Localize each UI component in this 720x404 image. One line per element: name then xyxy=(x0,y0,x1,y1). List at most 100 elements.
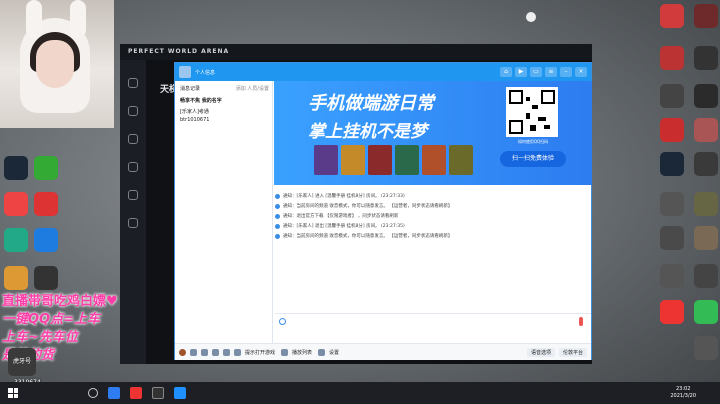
gear-icon[interactable] xyxy=(318,348,326,356)
top-tray xyxy=(494,8,554,26)
qq-chat-window: 个人信息 ⌂ ▶ ▭ ≡ – × 消息记录 添加 人员/设置 畅享不焦 我的名字… xyxy=(174,62,592,360)
member-row[interactable]: btr1010671 xyxy=(175,117,272,126)
desktop-icon-app-6[interactable] xyxy=(694,84,718,108)
webcam-ear-right xyxy=(70,0,86,38)
message-row: 通知：[乐家人] 退出 [温馨手册 挂机8分] 房间。 (23:27:35) xyxy=(275,221,591,231)
game-thumb xyxy=(422,145,446,175)
desktop-icon-app-7[interactable] xyxy=(660,118,684,142)
desktop-icon-left-3[interactable] xyxy=(4,192,28,216)
desktop-icon-app-2[interactable] xyxy=(694,4,718,28)
message-row: 通知：[乐家人] 进入 [温馨手册 挂机8分] 房间。 (23:27:33) xyxy=(275,191,591,201)
desktop-icon-app-18[interactable] xyxy=(694,300,718,324)
launcher-nav-store[interactable] xyxy=(128,190,138,200)
clock-date: 2021/3/20 xyxy=(670,393,696,399)
launcher-nav-team[interactable] xyxy=(128,134,138,144)
system-clock[interactable]: 23:02 2021/3/20 xyxy=(670,386,720,400)
avatar[interactable] xyxy=(179,66,191,78)
message-text: 通知：当前房间的频道 收音模式，你可以随意发言。 【运营者，同步状态请看刷新】 xyxy=(283,234,453,239)
desktop-icon-app-16[interactable] xyxy=(694,264,718,288)
video-icon[interactable] xyxy=(212,348,219,356)
message-row: 通知：退出官方下载 【仅限游戏者】 ，同步状态请看刷新 xyxy=(275,211,591,221)
webcam-face xyxy=(36,40,74,88)
qq-bottom-toolbar: 提示打开游戏 播放列表 设置 语音选项 伦敦平台 xyxy=(175,343,591,360)
info-icon xyxy=(275,213,280,219)
member-list-settings[interactable]: 添加 人员/设置 xyxy=(236,85,269,94)
video-icon[interactable]: ▶ xyxy=(515,67,527,77)
game-thumb xyxy=(314,145,338,175)
notification-icon[interactable] xyxy=(526,12,536,22)
launcher-brand: PERFECT WORLD ARENA xyxy=(120,44,592,60)
share-icon[interactable] xyxy=(223,348,230,356)
screen-icon[interactable]: ▭ xyxy=(530,67,542,77)
desktop-icon-left-2[interactable] xyxy=(34,156,58,180)
qr-code xyxy=(506,87,558,137)
toolbar-item-c[interactable]: 设置 xyxy=(329,349,339,356)
desktop-icon-left-4[interactable] xyxy=(34,192,58,216)
emoji-icon[interactable] xyxy=(279,318,286,325)
launcher-nav-rank[interactable] xyxy=(128,162,138,172)
game-thumb xyxy=(449,145,473,175)
speaker-icon[interactable] xyxy=(201,348,208,356)
avatar[interactable] xyxy=(179,348,186,356)
desktop-icon-app-9[interactable] xyxy=(660,152,684,176)
platform-button[interactable]: 伦敦平台 xyxy=(558,347,587,357)
taskbar-app-2[interactable] xyxy=(130,387,142,399)
desktop-icon-app-5[interactable] xyxy=(660,84,684,108)
promo-banner[interactable]: 手机做端游日常 掌上挂机不是梦 如何使用QQ扫码 扫一扫免费体验 xyxy=(274,81,592,185)
message-input[interactable] xyxy=(275,313,591,329)
launcher-nav-match[interactable] xyxy=(128,106,138,116)
message-text: 通知：[乐家人] 退出 [温馨手册 挂机8分] 房间。 (23:27:35) xyxy=(283,224,405,229)
launcher-sidebar xyxy=(120,60,146,364)
desktop-icon-app-11[interactable] xyxy=(660,192,684,216)
desktop-icon-app-15[interactable] xyxy=(660,264,684,288)
message-text: 通知：当前房间的频道 收音模式，你可以随意发言。 【运营者，同步状态请看刷新】 xyxy=(283,204,453,209)
toolbar-item-b[interactable]: 播放列表 xyxy=(292,349,312,356)
desktop-icon-app-14[interactable] xyxy=(694,226,718,250)
taskbar-app-4[interactable] xyxy=(174,387,186,399)
desktop-icon-app-17[interactable] xyxy=(660,300,684,324)
home-icon[interactable]: ⌂ xyxy=(500,67,512,77)
mic-icon[interactable] xyxy=(579,317,583,326)
search-icon[interactable] xyxy=(88,388,98,398)
taskbar-app-1[interactable] xyxy=(108,387,120,399)
desktop-icon-left-5[interactable] xyxy=(4,228,28,252)
desktop-icon-app-1[interactable] xyxy=(660,4,684,28)
member-row[interactable]: [乐家人]考通 xyxy=(175,108,272,117)
info-icon xyxy=(275,203,280,209)
info-icon xyxy=(275,233,280,239)
desktop-icon-app-4[interactable] xyxy=(694,46,718,70)
minimize-icon[interactable]: – xyxy=(560,67,572,77)
qq-title: 个人信息 xyxy=(195,69,216,76)
launcher-nav-settings[interactable] xyxy=(128,218,138,228)
desktop-icon-left-8[interactable] xyxy=(34,266,58,290)
game-thumb xyxy=(341,145,365,175)
desktop-icon-app-3[interactable] xyxy=(660,46,684,70)
game-icon[interactable] xyxy=(234,348,241,356)
desktop-icon-app-10[interactable] xyxy=(694,152,718,176)
windows-start-icon[interactable] xyxy=(8,388,18,398)
toolbar-item-a[interactable]: 提示打开游戏 xyxy=(245,349,275,356)
music-icon[interactable] xyxy=(281,348,289,356)
game-thumb xyxy=(368,145,392,175)
steam-icon[interactable] xyxy=(4,156,28,180)
message-text: 通知：[乐家人] 进入 [温馨手册 挂机8分] 房间。 (23:27:33) xyxy=(283,194,405,199)
desktop-icon-left-6[interactable] xyxy=(34,228,58,252)
stream-overlay-line-1: 直播带哥吃鸡白嫖♥ xyxy=(2,294,118,309)
qq-member-list: 消息记录 添加 人员/设置 畅享不焦 我的名字 [乐家人]考通 btr10106… xyxy=(175,81,273,343)
info-icon xyxy=(275,223,280,229)
desktop-icon-app-19[interactable] xyxy=(694,336,718,360)
scan-button[interactable]: 扫一扫免费体验 xyxy=(500,151,566,167)
desktop-icon-left-7[interactable] xyxy=(4,266,28,290)
banner-line-1: 手机做端游日常 xyxy=(308,93,434,114)
close-icon[interactable]: × xyxy=(575,67,587,77)
taskbar-app-3[interactable] xyxy=(152,387,164,399)
menu-icon[interactable]: ≡ xyxy=(545,67,557,77)
message-row: 通知：当前房间的频道 收音模式，你可以随意发言。 【运营者，同步状态请看刷新】 xyxy=(275,201,591,211)
voice-options-button[interactable]: 语音选项 xyxy=(526,347,555,357)
mic-icon[interactable] xyxy=(190,348,197,356)
desktop-icon-app-12[interactable] xyxy=(694,192,718,216)
desktop-icon-app-13[interactable] xyxy=(660,226,684,250)
desktop-icon-app-8[interactable] xyxy=(694,118,718,142)
member-list-group[interactable]: 畅享不焦 我的名字 xyxy=(175,97,272,106)
launcher-nav-home[interactable] xyxy=(128,78,138,88)
